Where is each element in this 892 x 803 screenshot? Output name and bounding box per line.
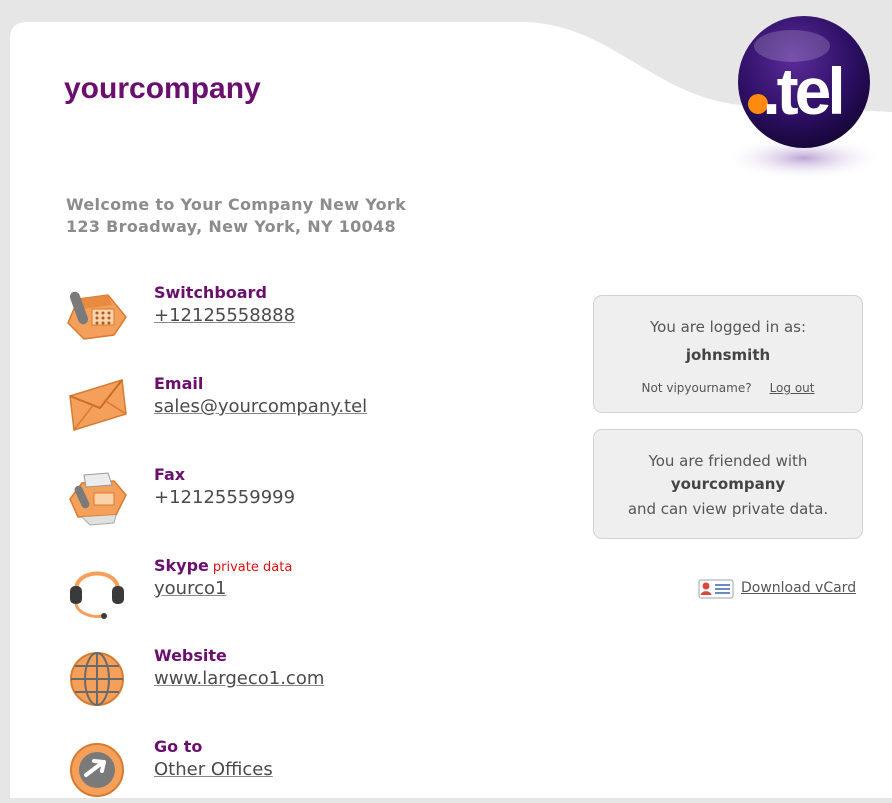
contact-label: Email <box>154 374 204 393</box>
welcome-line: Welcome to Your Company New York <box>66 195 407 214</box>
headset-icon <box>70 571 124 619</box>
logout-link[interactable]: Log out <box>770 381 815 395</box>
envelope-icon <box>69 379 127 431</box>
fax-value: +12125559999 <box>154 487 296 508</box>
contact-switchboard: Switchboard +12125558888 <box>64 283 484 349</box>
friend-status-box: You are friended with yourcompany and ca… <box>593 429 863 539</box>
skype-label: Skype <box>154 556 209 575</box>
contact-label: Fax <box>154 465 186 484</box>
contact-fax: Fax +12125559999 <box>64 465 484 531</box>
skype-link[interactable]: yourco1 <box>154 578 226 599</box>
friend-company: yourcompany <box>670 475 786 493</box>
login-status-box: You are logged in as: johnsmith Not vipy… <box>593 295 863 413</box>
username: johnsmith <box>685 346 771 364</box>
vcard-icon <box>698 579 734 599</box>
other-offices-link[interactable]: Other Offices <box>154 759 273 780</box>
arrow-right-icon <box>70 743 124 797</box>
contact-skype: Skype private data yourco1 <box>64 556 484 622</box>
website-link[interactable]: www.largeco1.com <box>154 668 324 689</box>
contact-label: Website <box>154 646 227 665</box>
friend-line: You are friended with <box>648 452 808 470</box>
tel-logo: .tel <box>722 16 886 180</box>
contact-email: Email sales@yourcompany.tel <box>64 374 484 440</box>
login-title: You are logged in as: <box>649 318 807 336</box>
contact-website: Website www.largeco1.com <box>64 646 484 712</box>
contact-goto: Go to Other Offices <box>64 737 484 803</box>
contact-label: Go to <box>154 737 203 756</box>
contact-label: Switchboard <box>154 283 267 302</box>
address-line: 123 Broadway, New York, NY 10048 <box>66 217 396 236</box>
switchboard-link[interactable]: +12125558888 <box>154 305 295 326</box>
friend-line: and can view private data. <box>627 500 829 518</box>
download-vcard-link[interactable]: Download vCard <box>741 580 856 596</box>
private-data-badge: private data <box>212 560 293 575</box>
login-row: Not vipyourname? Log out <box>594 381 862 395</box>
company-name: yourcompany <box>64 72 261 105</box>
not-user-text: Not vipyourname? <box>641 381 752 395</box>
telephone-icon <box>67 291 127 340</box>
email-link[interactable]: sales@yourcompany.tel <box>154 396 367 417</box>
contact-label: Skype private data <box>154 556 292 575</box>
globe-icon <box>70 652 124 706</box>
fax-icon <box>69 472 127 526</box>
logo-text: .tel <box>762 54 841 128</box>
welcome-block: Welcome to Your Company New York 123 Bro… <box>66 194 406 238</box>
